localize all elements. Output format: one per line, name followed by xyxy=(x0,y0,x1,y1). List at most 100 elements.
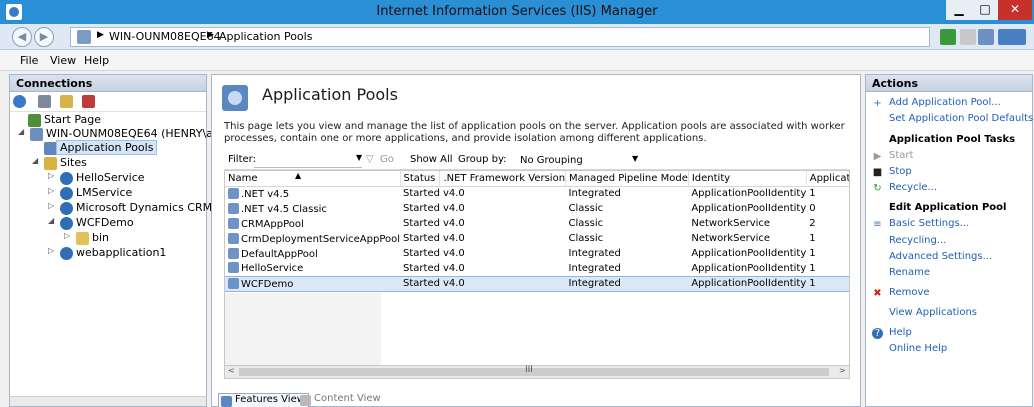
column-header-framework-version[interactable]: .NET Framework Version xyxy=(439,171,567,187)
stop-icon[interactable] xyxy=(960,29,976,45)
table-horizontal-scrollbar[interactable]: < III > xyxy=(224,365,850,379)
column-header-applications[interactable]: Applications xyxy=(806,171,849,187)
set-app-pool-defaults-link[interactable]: Set Application Pool Defaults... xyxy=(889,113,1034,124)
expand-icon[interactable]: ▷ xyxy=(64,231,70,240)
app-pool-icon xyxy=(228,217,239,229)
forward-button[interactable]: ▶ xyxy=(34,27,54,47)
folder-up-icon[interactable] xyxy=(60,95,73,108)
online-help-link[interactable]: Online Help xyxy=(889,343,947,354)
start-icon: ▶ xyxy=(873,151,882,162)
site-globe-icon xyxy=(60,187,73,200)
stop-link[interactable]: Stop xyxy=(889,166,912,177)
column-header-name[interactable]: Name ▲ xyxy=(225,171,401,187)
basic-settings-icon: ≡ xyxy=(873,219,882,230)
application-pools-table: Name ▲ Status .NET Framework Version Man… xyxy=(224,170,850,366)
collapse-icon[interactable]: ◢ xyxy=(18,127,24,136)
back-button[interactable]: ◀ xyxy=(12,27,32,47)
remove-link[interactable]: Remove xyxy=(889,287,930,298)
app-pool-icon xyxy=(228,187,239,199)
name-column-shade xyxy=(225,293,381,365)
connections-horizontal-scrollbar[interactable] xyxy=(10,396,206,406)
start-page-icon xyxy=(28,114,41,127)
breadcrumb-separator: ▶ xyxy=(97,30,104,40)
help-link[interactable]: Help xyxy=(889,327,912,338)
breadcrumb[interactable]: ▶ WIN-OUNM08EQE64 ▶ Application Pools xyxy=(70,27,930,47)
table-row[interactable]: HelloService Started v4.0 Integrated App… xyxy=(225,261,849,276)
filter-bar: Filter: ▼ ▽ Go Show All Group by: No Gro… xyxy=(224,152,850,170)
help-icon: ? xyxy=(872,328,883,339)
breadcrumb-application-pools[interactable]: Application Pools xyxy=(219,30,312,43)
table-row[interactable]: .NET v4.5 Started v4.0 Integrated Applic… xyxy=(225,186,849,201)
expand-icon[interactable]: ▷ xyxy=(48,186,54,195)
column-header-identity[interactable]: Identity xyxy=(688,171,807,187)
main-content: Application Pools This page lets you vie… xyxy=(211,74,861,407)
table-row[interactable]: .NET v4.5 Classic Started v4.0 Classic A… xyxy=(225,201,849,216)
connect-icon[interactable] xyxy=(13,95,26,108)
scroll-right-icon[interactable]: > xyxy=(839,366,846,375)
table-row-selected[interactable]: WCFDemo Started v4.0 Integrated Applicat… xyxy=(225,275,849,292)
app-pool-icon xyxy=(228,247,239,259)
collapse-icon[interactable]: ◢ xyxy=(32,156,38,165)
app-pool-icon xyxy=(228,262,239,274)
filter-input[interactable] xyxy=(254,153,362,168)
connections-panel: Connections Start Page ◢ WIN-OUNM08EQE64… xyxy=(9,74,285,407)
page-title: Application Pools xyxy=(262,85,398,104)
actions-panel: Actions + Add Application Pool... Set Ap… xyxy=(865,74,1034,407)
edit-app-pool-heading: Edit Application Pool xyxy=(889,202,1007,213)
help-icon[interactable] xyxy=(998,29,1026,45)
refresh-icon[interactable] xyxy=(940,29,956,45)
save-icon[interactable] xyxy=(38,95,51,108)
group-by-select[interactable]: No Grouping ▼ xyxy=(520,153,642,168)
app-pool-icon xyxy=(228,232,239,244)
go-button[interactable]: Go xyxy=(380,154,394,165)
breadcrumb-server[interactable]: WIN-OUNM08EQE64 xyxy=(109,30,221,43)
table-row[interactable]: DefaultAppPool Started v4.0 Integrated A… xyxy=(225,246,849,261)
connections-header: Connections xyxy=(10,75,206,92)
view-applications-link[interactable]: View Applications xyxy=(889,307,977,318)
menu-view[interactable]: View xyxy=(50,54,76,67)
column-header-status[interactable]: Status xyxy=(400,171,441,187)
home-icon[interactable] xyxy=(978,29,994,45)
add-application-pool-link[interactable]: Add Application Pool... xyxy=(889,97,1001,108)
table-row[interactable]: CrmDeploymentServiceAppPool Started v4.0… xyxy=(225,231,849,246)
tab-features-view[interactable]: Features View xyxy=(218,393,309,407)
expand-icon[interactable]: ▷ xyxy=(48,246,54,255)
show-all-button[interactable]: Show All xyxy=(410,154,453,165)
breadcrumb-separator: ▶ xyxy=(207,30,214,40)
scrollbar-grip-icon: III xyxy=(525,365,533,375)
column-header-pipeline-mode[interactable]: Managed Pipeline Mode xyxy=(565,171,689,187)
recycling-link[interactable]: Recycling... xyxy=(889,235,946,246)
scrollbar-thumb[interactable] xyxy=(239,368,829,376)
close-button[interactable]: ✕ xyxy=(998,0,1032,20)
title-bar: Internet Information Services (IIS) Mana… xyxy=(0,0,1034,24)
address-bar: ◀ ▶ ▶ WIN-OUNM08EQE64 ▶ Application Pool… xyxy=(0,24,1034,50)
basic-settings-link[interactable]: Basic Settings... xyxy=(889,218,969,229)
start-link[interactable]: Start xyxy=(889,150,913,161)
menu-help[interactable]: Help xyxy=(84,54,109,67)
scroll-left-icon[interactable]: < xyxy=(228,366,235,375)
menu-bar: File View Help xyxy=(0,50,1034,71)
collapse-icon[interactable]: ◢ xyxy=(48,216,54,225)
content-view-icon xyxy=(300,395,311,406)
recycle-link[interactable]: Recycle... xyxy=(889,182,937,193)
site-globe-icon xyxy=(60,202,73,215)
menu-file[interactable]: File xyxy=(20,54,38,67)
tab-content-view[interactable]: Content View xyxy=(298,393,381,407)
filter-dropdown-icon[interactable]: ▼ xyxy=(356,153,362,162)
advanced-settings-link[interactable]: Advanced Settings... xyxy=(889,251,992,262)
folder-icon xyxy=(76,232,89,245)
expand-icon[interactable]: ▷ xyxy=(48,171,54,180)
app-pool-tasks-heading: Application Pool Tasks xyxy=(889,134,1016,145)
table-header-row: Name ▲ Status .NET Framework Version Man… xyxy=(225,171,849,187)
disconnect-icon[interactable] xyxy=(82,95,95,108)
remove-icon: ✖ xyxy=(873,288,882,299)
group-by-label: Group by: xyxy=(458,154,507,165)
sites-folder-icon xyxy=(44,157,57,170)
maximize-button[interactable]: □ xyxy=(972,0,998,20)
application-pools-icon xyxy=(222,85,248,111)
expand-icon[interactable]: ▷ xyxy=(48,201,54,210)
minimize-button[interactable]: ▁ xyxy=(946,0,972,20)
features-view-icon xyxy=(221,396,232,407)
rename-link[interactable]: Rename xyxy=(889,267,930,278)
table-row[interactable]: CRMAppPool Started v4.0 Classic NetworkS… xyxy=(225,216,849,231)
